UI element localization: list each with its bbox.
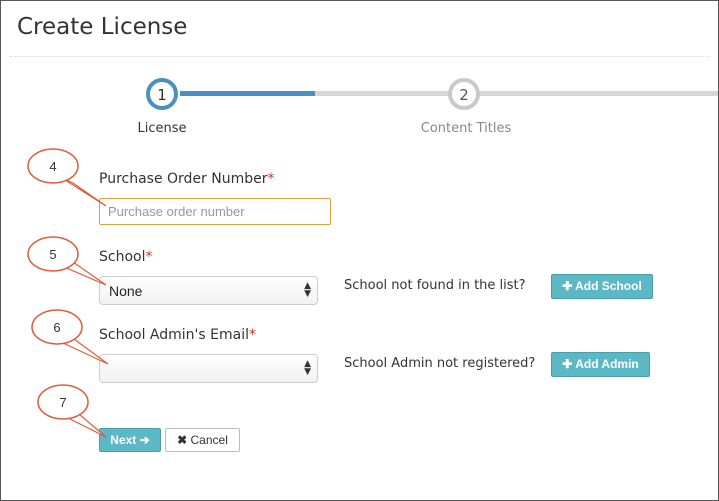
callout-6: 6 [31,309,109,365]
callout-7: 7 [37,384,107,438]
callout-4-number: 4 [49,159,56,174]
callout-5: 5 [27,236,107,286]
callout-6-number: 6 [53,320,60,335]
annotation-callouts: 4 5 6 7 [27,148,109,438]
callout-4: 4 [27,148,107,207]
callout-5-number: 5 [49,247,56,262]
callout-7-number: 7 [59,395,66,410]
